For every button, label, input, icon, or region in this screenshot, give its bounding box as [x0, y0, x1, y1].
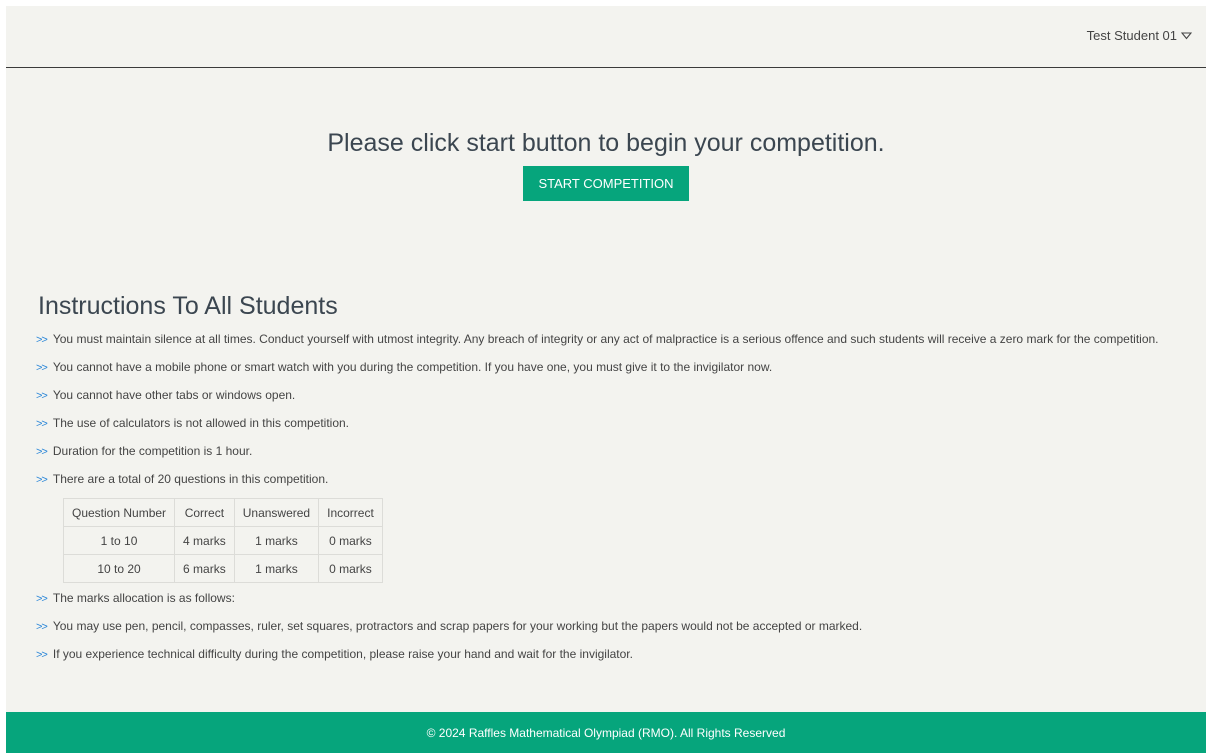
copyright-text: © 2024 Raffles Mathematical Olympiad (RM… — [426, 725, 786, 740]
instruction-item: >> You cannot have other tabs or windows … — [36, 388, 296, 402]
instruction-item: >> Duration for the competition is 1 hour… — [36, 444, 253, 458]
double-chevron-right-icon: >> — [36, 621, 48, 633]
start-competition-button[interactable]: START COMPETITION — [523, 166, 689, 201]
user-menu[interactable]: Test Student 01 — [1087, 28, 1192, 43]
table-cell: 1 to 10 — [62, 526, 176, 555]
marks-table: Question Number Correct Unanswered Incor… — [62, 498, 383, 583]
table-cell: 1 marks — [233, 554, 320, 583]
instructions-section: Instructions To All Students >> You must … — [36, 290, 1188, 673]
double-chevron-right-icon: >> — [36, 334, 48, 346]
table-cell: 4 marks — [174, 526, 235, 555]
double-chevron-right-icon: >> — [36, 362, 48, 374]
instruction-item: >> You cannot have a mobile phone or smar… — [36, 360, 773, 374]
instruction-item: >> If you experience technical difficulty… — [36, 647, 633, 661]
table-row: 10 to 20 6 marks 1 marks 0 marks — [62, 554, 383, 583]
table-cell: 0 marks — [318, 526, 383, 555]
chevron-down-icon — [1181, 31, 1192, 40]
double-chevron-right-icon: >> — [36, 474, 48, 486]
double-chevron-right-icon: >> — [36, 418, 48, 430]
table-cell: 0 marks — [318, 554, 383, 583]
table-cell: 1 marks — [233, 526, 320, 555]
instruction-item: >> The use of calculators is not allowed … — [36, 416, 350, 430]
column-header: Correct — [174, 498, 235, 527]
top-bar: Test Student 01 — [6, 6, 1206, 68]
start-prompt: Please click start button to begin your … — [327, 129, 885, 157]
instruction-item: >> You may use pen, pencil, compasses, ru… — [36, 619, 863, 633]
double-chevron-right-icon: >> — [36, 446, 48, 458]
table-header-row: Question Number Correct Unanswered Incor… — [62, 498, 383, 527]
instruction-item: >> You must maintain silence at all times… — [36, 332, 1159, 346]
table-row: 1 to 10 4 marks 1 marks 0 marks — [62, 526, 383, 555]
double-chevron-right-icon: >> — [36, 390, 48, 402]
double-chevron-right-icon: >> — [36, 593, 48, 605]
user-name: Test Student 01 — [1086, 28, 1177, 43]
column-header: Question Number — [62, 498, 176, 527]
table-cell: 6 marks — [174, 554, 235, 583]
column-header: Unanswered — [233, 498, 320, 527]
column-header: Incorrect — [318, 498, 383, 527]
instruction-item: >> The marks allocation is as follows: — [36, 591, 235, 605]
table-cell: 10 to 20 — [62, 554, 176, 583]
footer: © 2024 Raffles Mathematical Olympiad (RM… — [6, 712, 1206, 753]
start-section: Please click start button to begin your … — [6, 126, 1206, 201]
double-chevron-right-icon: >> — [36, 649, 48, 661]
instructions-title: Instructions To All Students — [38, 292, 338, 320]
instruction-item: >> There are a total of 20 questions in t… — [36, 472, 329, 486]
page-frame: Test Student 01 Please click start butto… — [6, 6, 1206, 753]
